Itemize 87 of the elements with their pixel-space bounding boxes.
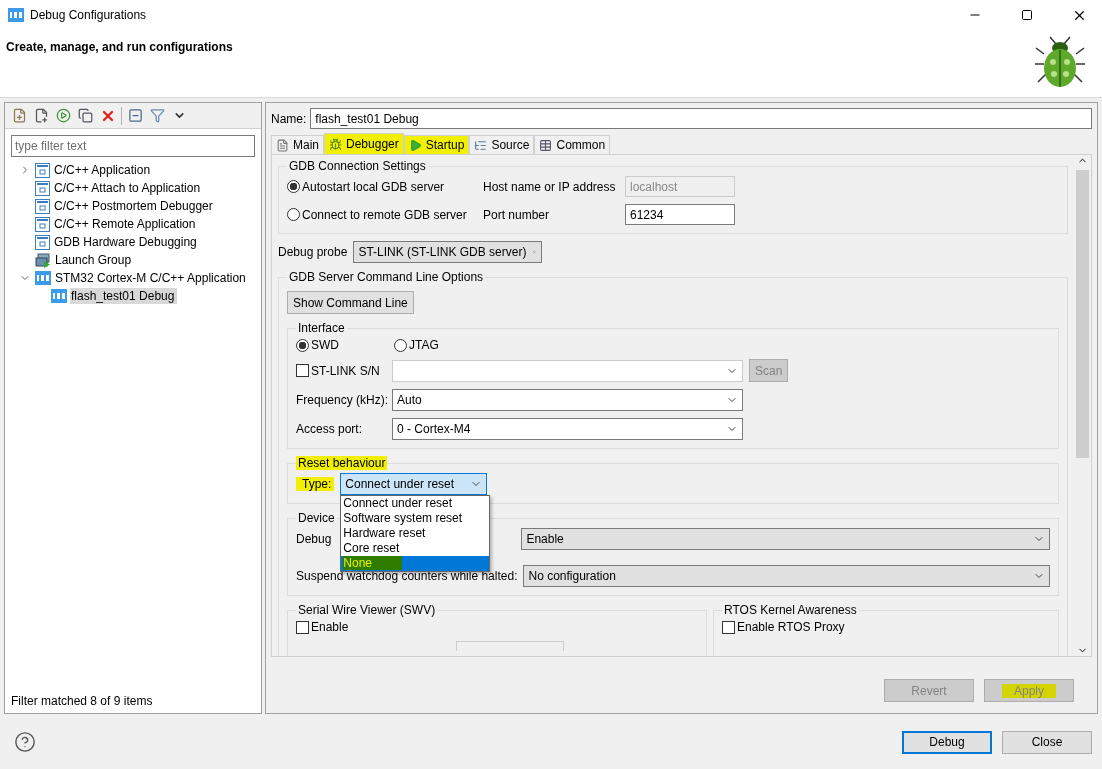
tree-item[interactable]: flash_test01 Debug (70, 288, 178, 304)
dropdown-option[interactable]: None (341, 556, 490, 571)
radio-button[interactable] (287, 180, 300, 193)
window-title: Debug Configurations (30, 8, 148, 22)
tree-item[interactable]: C/C++ Postmortem Debugger (53, 198, 216, 214)
checkbox[interactable] (296, 620, 309, 634)
bug-icon (329, 137, 342, 151)
probe-label: Debug probe (278, 245, 348, 259)
c-file-icon (35, 198, 50, 214)
tree-item[interactable]: C/C++ Remote Application (53, 216, 199, 232)
host-label: Host name or IP address (483, 179, 617, 194)
tab[interactable]: Common (534, 135, 611, 155)
show-command-line-button[interactable]: Show Command Line (287, 291, 414, 314)
tab[interactable]: Source (469, 135, 535, 155)
c-file-icon (35, 180, 50, 196)
ide-icon (51, 289, 67, 303)
dropdown-option[interactable]: Connect under reset (341, 496, 490, 511)
c-file-icon (35, 162, 50, 178)
device-option-dropdown[interactable]: Enable (521, 528, 1050, 550)
access-port-label: Access port: (296, 422, 364, 436)
radio-label[interactable]: Connect to remote GDB server (302, 207, 467, 222)
copy-icon[interactable] (78, 108, 93, 123)
dropdown-option[interactable]: Software system reset (341, 511, 490, 526)
name-label: Name: (271, 111, 307, 126)
tree-item[interactable]: Launch Group (54, 252, 135, 268)
tab[interactable]: Startup (403, 135, 470, 155)
radio-label[interactable]: Autostart local GDB server (302, 179, 445, 194)
dialog-button[interactable]: Debug (902, 730, 992, 754)
new-file-icon[interactable] (12, 108, 27, 123)
scrollbar-thumb[interactable] (1076, 170, 1089, 458)
table-icon (539, 138, 553, 152)
radio-label[interactable]: SWD (311, 338, 339, 352)
document-icon (276, 138, 289, 152)
checkbox-label[interactable]: Enable RTOS Proxy (737, 620, 845, 634)
frequency-dropdown[interactable]: Auto (392, 389, 743, 411)
reset-type-dropdown[interactable]: Connect under reset (340, 473, 488, 495)
dropdown-option[interactable]: Core reset (341, 541, 490, 556)
beetle-icon (1032, 34, 1088, 90)
c-file-icon (35, 216, 50, 232)
radio-button[interactable] (287, 208, 300, 221)
type-label: Type: (296, 477, 335, 491)
group-title: GDB Server Command Line Options (288, 270, 485, 284)
checkbox-label[interactable]: Enable (311, 620, 349, 634)
group-title: Serial Wire Viewer (SWV) (297, 603, 437, 617)
header-title: Create, manage, and run configurations (6, 40, 234, 54)
collapse-all-icon[interactable] (128, 108, 143, 123)
help-icon[interactable] (14, 731, 36, 753)
play-icon (408, 138, 422, 152)
group-title: GDB Connection Settings (288, 159, 427, 173)
name-field[interactable]: flash_test01 Debug (310, 108, 1092, 129)
group-title: RTOS Kernel Awareness (723, 603, 858, 617)
device-option-label: Suspend watchdog counters while halted: (296, 569, 518, 583)
frequency-label: Frequency (kHz): (296, 393, 386, 407)
radio-button[interactable] (394, 338, 407, 352)
tree-item[interactable]: STM32 Cortex-M C/C++ Application (54, 270, 249, 286)
tree-item[interactable]: C/C++ Attach to Application (53, 180, 204, 196)
device-option-label: Debug (296, 532, 332, 546)
new-file-icon[interactable] (34, 108, 49, 123)
launch-group-icon (35, 252, 51, 268)
tree-item[interactable]: GDB Hardware Debugging (53, 234, 200, 250)
port-label: Port number (483, 207, 551, 222)
play-circle-icon[interactable] (56, 108, 71, 123)
ide-icon (8, 8, 24, 22)
probe-dropdown[interactable]: ST-LINK (ST-LINK GDB server) (353, 241, 543, 263)
radio-button[interactable] (296, 338, 309, 352)
checkbox[interactable] (296, 364, 309, 377)
access-port-dropdown[interactable]: 0 - Cortex-M4 (392, 418, 743, 440)
port-field[interactable]: 61234 (625, 204, 735, 225)
filter-field[interactable]: type filter text (11, 135, 255, 157)
checkbox[interactable] (722, 620, 735, 634)
group-title: Interface (297, 321, 346, 335)
c-file-icon (35, 234, 50, 250)
maximize-icon[interactable] (1021, 9, 1033, 21)
tab[interactable]: Debugger (324, 133, 404, 155)
checkbox-label[interactable]: ST-LINK S/N (311, 363, 380, 378)
ide-icon (35, 271, 51, 285)
group-title: Device (297, 511, 336, 525)
dropdown-option[interactable]: Hardware reset (341, 526, 490, 541)
group-title: Reset behaviour (296, 456, 388, 470)
tab[interactable]: Main (271, 135, 324, 155)
radio-label[interactable]: JTAG (409, 338, 439, 352)
device-option-dropdown[interactable]: No configuration (523, 565, 1050, 587)
dialog-button[interactable]: Close (1002, 730, 1092, 754)
filter-icon[interactable] (150, 108, 165, 123)
status-text: Filter matched 8 of 9 items (10, 694, 154, 710)
source-tree-icon (474, 138, 488, 152)
tree-item[interactable]: C/C++ Application (53, 162, 154, 178)
